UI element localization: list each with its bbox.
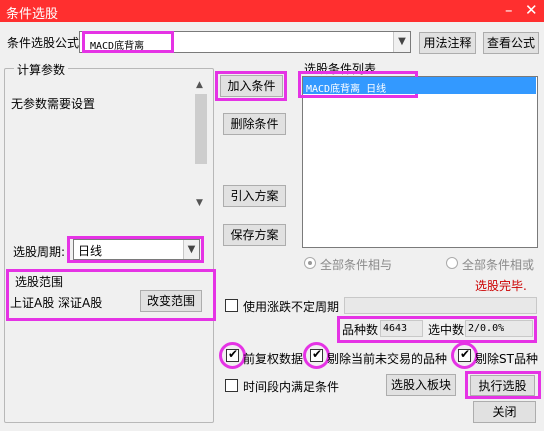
add-condition-button[interactable]: 加入条件 bbox=[220, 75, 283, 97]
minimize-icon[interactable]: – bbox=[505, 1, 513, 19]
and-radio[interactable] bbox=[304, 257, 316, 269]
formula-value: MACD底背离 bbox=[82, 31, 174, 53]
usage-note-button[interactable]: 用法注释 bbox=[419, 32, 476, 54]
and-radio-label: 全部条件相与 bbox=[320, 258, 393, 272]
or-radio-label: 全部条件相或 bbox=[462, 258, 535, 272]
window-title: 条件选股 bbox=[6, 7, 59, 22]
or-radio[interactable] bbox=[446, 257, 458, 269]
save-scheme-button[interactable]: 保存方案 bbox=[223, 224, 286, 246]
status-text: 选股完毕. bbox=[475, 279, 527, 293]
count-value: 4643 bbox=[380, 320, 423, 337]
to-block-button[interactable]: 选股入板块 bbox=[386, 374, 456, 396]
variable-period-field bbox=[344, 297, 537, 314]
close-button[interactable]: 关闭 bbox=[473, 401, 536, 423]
selected-value: 2/0.0% bbox=[465, 320, 533, 337]
exclude-st-checkbox[interactable] bbox=[458, 347, 471, 362]
range-markets: 上证A股 深证A股 bbox=[10, 296, 103, 310]
time-range-checkbox[interactable] bbox=[225, 379, 238, 392]
period-value: 日线 bbox=[78, 244, 103, 258]
chevron-down-icon[interactable]: ▼ bbox=[393, 32, 410, 52]
range-title: 选股范围 bbox=[15, 275, 64, 289]
period-label: 选股周期: bbox=[13, 245, 66, 259]
params-scrollbar[interactable]: ▲ ▼ bbox=[194, 80, 208, 212]
variable-period-label: 使用涨跌不定周期 bbox=[243, 300, 340, 314]
formula-select[interactable]: MACD底背离 ▼ bbox=[79, 31, 411, 53]
exclude-st-label: 剔除ST品种 bbox=[475, 352, 538, 366]
params-title: 计算参数 bbox=[14, 61, 69, 78]
delete-condition-button[interactable]: 删除条件 bbox=[223, 113, 286, 135]
selected-label: 选中数 bbox=[428, 323, 465, 337]
execute-button[interactable]: 执行选股 bbox=[470, 375, 535, 396]
params-text: 无参数需要设置 bbox=[11, 97, 96, 111]
change-range-button[interactable]: 改变范围 bbox=[140, 290, 202, 312]
scroll-up-icon[interactable]: ▲ bbox=[196, 80, 203, 90]
variable-period-checkbox[interactable] bbox=[225, 299, 238, 312]
exclude-untraded-label: 剔除当前未交易的品种 bbox=[327, 352, 448, 366]
scrollbar-thumb[interactable] bbox=[195, 94, 207, 164]
close-icon[interactable]: ✕ bbox=[525, 1, 538, 19]
formula-label: 条件选股公式 bbox=[7, 36, 80, 50]
condition-list[interactable] bbox=[302, 76, 538, 248]
forward-adjust-checkbox[interactable] bbox=[226, 347, 239, 362]
import-scheme-button[interactable]: 引入方案 bbox=[223, 185, 286, 207]
scroll-down-icon[interactable]: ▼ bbox=[196, 198, 203, 208]
forward-adjust-label: 前复权数据 bbox=[243, 352, 304, 366]
time-range-label: 时间段内满足条件 bbox=[243, 380, 340, 394]
chevron-down-icon[interactable]: ▼ bbox=[183, 240, 199, 259]
period-select[interactable]: 日线 ▼ bbox=[73, 239, 200, 260]
view-formula-button[interactable]: 查看公式 bbox=[483, 32, 539, 54]
count-label: 品种数 bbox=[342, 323, 379, 337]
condition-list-item[interactable]: MACD底背离 日线 bbox=[303, 77, 536, 95]
title-bar: 条件选股 – ✕ bbox=[0, 0, 544, 22]
exclude-untraded-checkbox[interactable] bbox=[310, 347, 323, 362]
